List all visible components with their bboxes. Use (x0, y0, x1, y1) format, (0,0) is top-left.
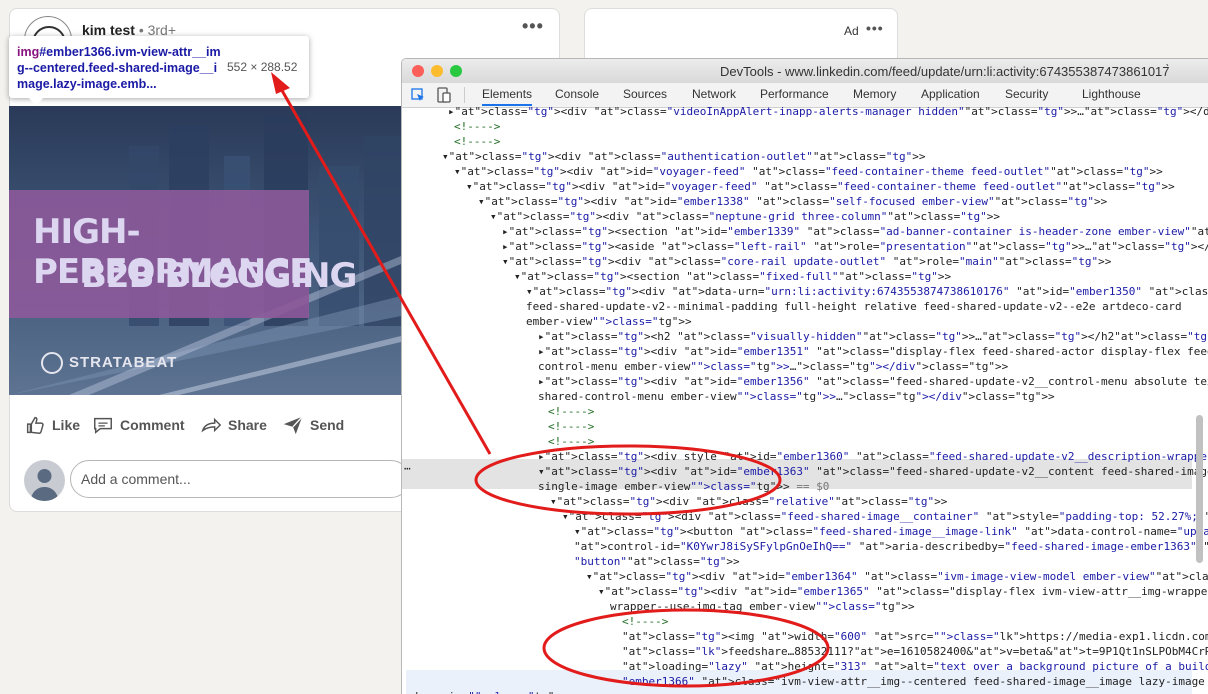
send-label: Send (310, 417, 345, 433)
dom-tree-line[interactable]: <!----> (548, 404, 594, 419)
dom-tree-line[interactable]: feed-shared-update-v2--minimal-padding f… (526, 299, 1182, 314)
post-image[interactable]: HIGH-PERFORMANCE B2B BLOGGING STRATABEAT (9, 106, 401, 395)
dom-tree-line[interactable]: "at">loading="lazy" "at">height="313" "a… (622, 659, 1208, 674)
dom-tree-line[interactable]: ▸"at">class="tg"><div "at">id="ember1351… (538, 344, 1208, 359)
dom-tree-line[interactable]: ▸"at">class="tg"><div style "at">id="emb… (538, 449, 1208, 464)
dom-tree-line[interactable]: ▸"at">class="tg"><section "at">id="ember… (502, 224, 1208, 239)
dom-tree-line[interactable]: control-menu ember-view"">class="tg">>…"… (538, 359, 1008, 374)
dom-tree-line[interactable]: "ember1366" "at">class="ivm-view-attr__i… (622, 674, 1205, 689)
tooltip-selector: img#ember1366.ivm-view-attr__img--center… (17, 44, 223, 92)
dom-tree-line[interactable]: ▸"at">class="tg"><div "at">id="ember1356… (538, 374, 1208, 389)
tab-application[interactable]: Application (921, 87, 980, 101)
dom-tree-line[interactable]: <!----> (548, 419, 594, 434)
share-label: Share (228, 417, 267, 433)
dom-tree-line[interactable]: ▾"at">class="tg"><div "at">class="authen… (442, 149, 926, 164)
tab-memory[interactable]: Memory (853, 87, 896, 101)
send-button[interactable]: Send (282, 414, 344, 436)
devtools-titlebar: DevTools - www.linkedin.com/feed/update/… (402, 59, 1208, 84)
close-window-button[interactable] (412, 65, 424, 77)
like-label: Like (52, 417, 81, 433)
dom-tree-line[interactable]: ▾"at">class="tg"><div "at">id="voyager-f… (454, 164, 1163, 179)
minimize-window-button[interactable] (431, 65, 443, 77)
post-more-icon[interactable]: ••• (522, 16, 544, 37)
tab-sources[interactable]: Sources (623, 87, 667, 101)
dom-tree-line[interactable]: ▾"at">class="tg"><div "at">class="relati… (550, 494, 947, 509)
dom-tree-line[interactable]: ▸"at">class="tg"><div "at">class="videoI… (448, 104, 1208, 119)
dom-tree-line[interactable]: ▾"at">class="tg"><button "at">class="fee… (574, 524, 1208, 539)
row-ellipsis-icon[interactable]: ⋯ (404, 461, 411, 476)
comment-label: Comment (120, 417, 185, 433)
dom-tree-line[interactable]: ▾"at">class="tg"><div "at">class="feed-s… (562, 509, 1208, 524)
tab-divider (464, 87, 465, 103)
device-toolbar-icon[interactable] (437, 87, 451, 103)
tooltip-selector-tag: img (17, 45, 40, 59)
devtools-window: DevTools - www.linkedin.com/feed/update/… (401, 58, 1208, 694)
stratabeat-logo-icon (41, 352, 63, 374)
tooltip-selector-rest: #ember1366.ivm-view-attr__img--centered.… (17, 45, 221, 91)
dom-tree-line[interactable]: "button""at">class="tg">> (574, 554, 740, 569)
dom-tree-line[interactable]: <!----> (454, 134, 500, 149)
dom-tree-line[interactable]: ▾"at">class="tg"><div "at">id="ember1338… (478, 194, 1107, 209)
ad-label: Ad (844, 24, 859, 38)
tab-security[interactable]: Security (1005, 87, 1048, 101)
share-arrow-icon (201, 417, 222, 433)
devtools-scrollbar[interactable] (1196, 415, 1203, 563)
element-tooltip: img#ember1366.ivm-view-attr__img--center… (9, 36, 309, 98)
dom-tree-line[interactable]: ▾"at">class="tg"><section "at">class="fi… (514, 269, 951, 284)
dom-tree-line[interactable]: ▾"at">class="tg"><div "at">id="voyager-f… (466, 179, 1175, 194)
dom-tree-line[interactable]: <!----> (454, 119, 500, 134)
dom-tree-line[interactable]: ▾"at">class="tg"><div "at">class="core-r… (502, 254, 1111, 269)
dom-tree-line[interactable]: shared-control-menu ember-view"">class="… (538, 389, 1055, 404)
zoom-window-button[interactable] (450, 65, 462, 77)
tooltip-dimensions: 552 × 288.52 (227, 60, 298, 74)
tab-performance[interactable]: Performance (760, 87, 829, 101)
dom-tree-line[interactable]: ▸"at">class="tg"><aside "at">class="left… (502, 239, 1208, 254)
devtools-title: DevTools - www.linkedin.com/feed/update/… (720, 64, 1170, 79)
dom-tree-line[interactable]: ▸"at">class="tg"><h2 "at">class="visuall… (538, 329, 1208, 344)
share-button[interactable]: Share (200, 414, 267, 436)
like-button[interactable]: Like (24, 414, 80, 436)
dom-tree-line[interactable]: single-image ember-view"">class="tg">> =… (538, 479, 829, 494)
dom-tree-line[interactable]: ▾"at">class="tg"><div "at">data-urn="urn… (526, 284, 1208, 299)
dom-tree-line[interactable]: <!----> (622, 614, 668, 629)
inspect-element-icon[interactable] (411, 88, 425, 102)
dom-tree-line[interactable]: ember-view"">class="tg">> (402, 689, 568, 694)
comment-placeholder: Add a comment... (81, 471, 191, 487)
dom-tree-line[interactable]: wrapper--use-img-tag ember-view"">class=… (610, 599, 915, 614)
dom-tree-line[interactable]: "at">class="lk">feedshare…88532111?"at">… (622, 644, 1208, 659)
dom-tree-line[interactable]: ▾"at">class="tg"><div "at">class="neptun… (490, 209, 1000, 224)
banner-headline-2: B2B BLOGGING (81, 256, 357, 296)
tab-lighthouse[interactable]: Lighthouse (1082, 87, 1141, 101)
comment-icon (94, 417, 112, 434)
ad-more-icon[interactable]: ••• (866, 20, 884, 36)
dom-tree-line[interactable]: ▾"at">class="tg"><div "at">id="ember1363… (538, 464, 1208, 479)
dom-tree-line[interactable]: "at">class="tg"><img "at">width="600" "a… (622, 629, 1208, 644)
comment-input[interactable]: Add a comment... (70, 460, 410, 498)
dom-tree-line[interactable]: ember-view"">class="tg">> (526, 314, 692, 329)
tab-network[interactable]: Network (692, 87, 736, 101)
person-silhouette-icon (30, 469, 59, 501)
tooltip-caret (28, 97, 44, 106)
elements-tree: ⋯ ▸"at">class="tg"><div "at">class="vide… (402, 105, 1208, 694)
dom-tree-line[interactable]: <!----> (548, 434, 594, 449)
dom-tree-line[interactable]: ▾"at">class="tg"><div "at">id="ember1364… (586, 569, 1208, 584)
tab-console[interactable]: Console (555, 87, 599, 101)
commenter-avatar (24, 460, 65, 501)
comment-button[interactable]: Comment (92, 414, 185, 436)
dom-tree-line[interactable]: ▾"at">class="tg"><div "at">id="ember1365… (598, 584, 1208, 599)
paper-plane-icon (283, 416, 303, 435)
dom-tree-line[interactable]: "at">control-id="K0YwrJ8iSySFylpGnOeIhQ=… (574, 539, 1208, 554)
banner-brand: STRATABEAT (69, 354, 178, 371)
thumbs-up-icon (26, 416, 44, 434)
